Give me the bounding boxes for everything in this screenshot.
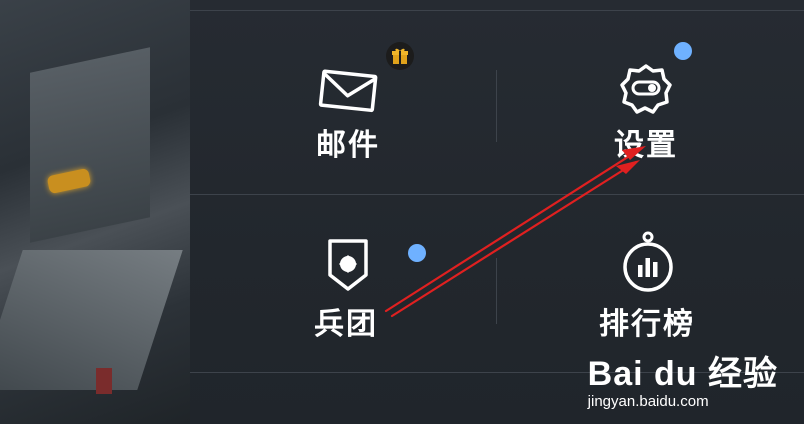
baidu-jingyan-watermark: Bai du 经验 jingyan.baidu.com (588, 346, 778, 410)
watermark-url: jingyan.baidu.com (587, 393, 709, 410)
watermark-logo: Bai du 经验 (587, 355, 778, 393)
